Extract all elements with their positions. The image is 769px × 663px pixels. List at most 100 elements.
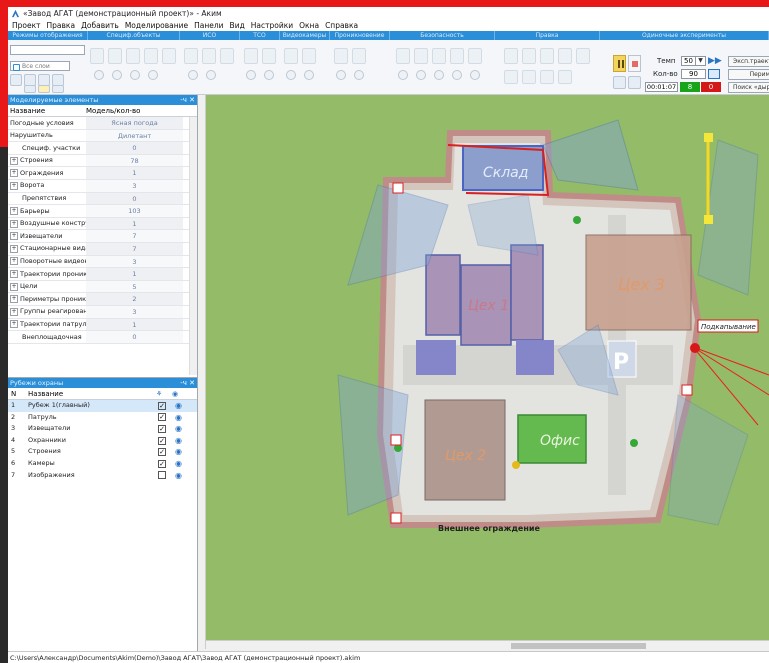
menu-panels[interactable]: Панели [191,21,226,30]
layer-checkbox[interactable] [158,471,166,480]
patrol-icon[interactable] [432,48,446,64]
eye-icon[interactable]: ◉ [175,400,182,412]
map-horizontal-scrollbar[interactable] [206,640,769,650]
experiment-trajectory-button[interactable]: Эксп.траект [728,56,769,67]
fast-forward-icon[interactable]: ▶▶ [708,56,722,66]
eye-icon[interactable]: ◉ [175,423,182,435]
reaction-group-icon[interactable] [450,48,464,64]
layer-checkbox[interactable]: ✓ [158,436,166,445]
paste-icon[interactable] [558,70,572,84]
model-row[interactable]: + Траектории патрул 1 [8,318,197,332]
layer-row[interactable]: 2 Патруль ✓ ◉ [8,412,197,424]
option-circle-icon[interactable] [286,70,296,80]
refresh-icon[interactable] [708,69,720,79]
expand-icon[interactable]: + [10,269,18,278]
layer-row[interactable]: 5 Строения ✓ ◉ [8,446,197,458]
expand-icon[interactable]: + [10,181,18,190]
layer-select[interactable] [10,45,85,55]
alarm-marker[interactable] [690,343,700,353]
option-circle-icon[interactable] [398,70,408,80]
map-canvas[interactable]: P Склад Цех 1 Цех 3 Цех 2 Офис Подкапыва… [198,95,769,649]
model-row-value[interactable]: 7 [86,242,183,255]
expand-icon[interactable]: + [10,257,18,266]
model-row[interactable]: + Группы реагирован 3 [8,305,197,319]
model-row[interactable]: + Периметры проник 2 [8,293,197,306]
model-row-value[interactable]: 1 [86,167,183,179]
option-circle-icon[interactable] [206,70,216,80]
tso-detector-icon[interactable] [244,48,258,64]
model-row[interactable]: Препятствия 0 [8,192,197,206]
expand-icon[interactable]: + [10,295,18,304]
expand-icon[interactable]: + [10,244,18,253]
model-scrollbar[interactable] [189,117,197,375]
model-row-value[interactable]: 3 [86,255,183,268]
guard-marker[interactable] [630,439,638,447]
expand-icon[interactable]: + [10,156,18,165]
option-circle-icon[interactable] [452,70,462,80]
layer-row[interactable]: 3 Извещатели ✓ ◉ [8,423,197,435]
settings-icon[interactable] [52,85,64,93]
scroll-thumb[interactable] [511,643,646,649]
door-icon[interactable] [162,48,176,64]
highlight-icon[interactable] [38,85,50,93]
redo-icon[interactable] [522,70,536,84]
model-row-value[interactable]: 1 [86,318,183,331]
hierarchy-icon[interactable]: ⚘ [156,388,172,399]
model-row-value[interactable]: 0 [86,142,183,154]
grid-snap-icon[interactable] [613,76,626,89]
site-map[interactable]: P Склад Цех 1 Цех 3 Цех 2 Офис Подкапыва… [198,95,769,649]
model-row-value[interactable]: Дилетант [86,129,183,142]
model-row-value[interactable]: 78 [86,154,183,167]
shield-icon[interactable] [396,48,410,64]
eye-icon[interactable]: ◉ [175,458,182,470]
iso-line-icon[interactable] [202,48,216,64]
expand-icon[interactable]: + [10,320,18,329]
model-row-value[interactable]: 103 [86,205,183,217]
grid-view-icon[interactable] [10,74,22,86]
option-circle-icon[interactable] [354,70,364,80]
expand-icon[interactable]: + [10,307,18,316]
align-icon[interactable] [558,48,572,64]
eye-icon[interactable]: ◉ [175,435,182,447]
col-n-header[interactable]: N [8,388,28,399]
option-circle-icon[interactable] [112,70,122,80]
option-circle-icon[interactable] [264,70,274,80]
model-row[interactable]: + Извещатели 7 [8,230,197,243]
vehicle-icon[interactable] [468,48,482,64]
col-name-header[interactable]: Название [28,388,156,399]
option-circle-icon[interactable] [94,70,104,80]
guard-icon[interactable] [414,48,428,64]
model-row-value[interactable]: Ясная погода [86,117,183,129]
perimeter-button[interactable]: Перим [728,69,769,80]
layer-checkbox[interactable]: ✓ [158,459,166,468]
model-row[interactable]: + Барьеры 103 [8,205,197,218]
col-name-header[interactable]: Название [8,105,86,116]
option-circle-icon[interactable] [188,70,198,80]
layer-row[interactable]: 1 Рубеж 1(главный) ✓ ◉ [8,400,197,412]
eye-icon[interactable]: ◉ [175,412,182,424]
eye-icon[interactable]: ◉ [175,470,182,482]
model-row-value[interactable]: 7 [86,230,183,242]
menu-project[interactable]: Проект [9,21,44,30]
chevron-down-icon[interactable]: ▼ [695,56,705,66]
count-input[interactable]: 90 [681,69,706,79]
zoom-icon[interactable] [24,85,36,93]
option-circle-icon[interactable] [304,70,314,80]
menu-add[interactable]: Добавить [78,21,122,30]
menu-view[interactable]: Вид [227,21,248,30]
layer-checkbox[interactable]: ✓ [158,424,166,433]
undo-icon[interactable] [504,70,518,84]
model-row-value[interactable]: 3 [86,179,183,192]
expand-icon[interactable]: + [10,169,18,178]
model-row-value[interactable]: 0 [86,331,183,343]
model-row[interactable]: + Поворотные видеок 3 [8,255,197,269]
model-row[interactable]: + Строения 78 [8,154,197,168]
model-row-value[interactable]: 0 [86,192,183,205]
menu-settings[interactable]: Настройки [248,21,296,30]
expand-icon[interactable]: + [10,219,18,228]
model-row[interactable]: + Стационарные вида 7 [8,242,197,256]
layer-checkbox[interactable]: ✓ [158,448,166,457]
expand-icon[interactable]: + [10,206,18,215]
eye-icon[interactable]: ◉ [172,388,188,399]
layer-row[interactable]: 7 Изображения ◉ [8,470,197,482]
